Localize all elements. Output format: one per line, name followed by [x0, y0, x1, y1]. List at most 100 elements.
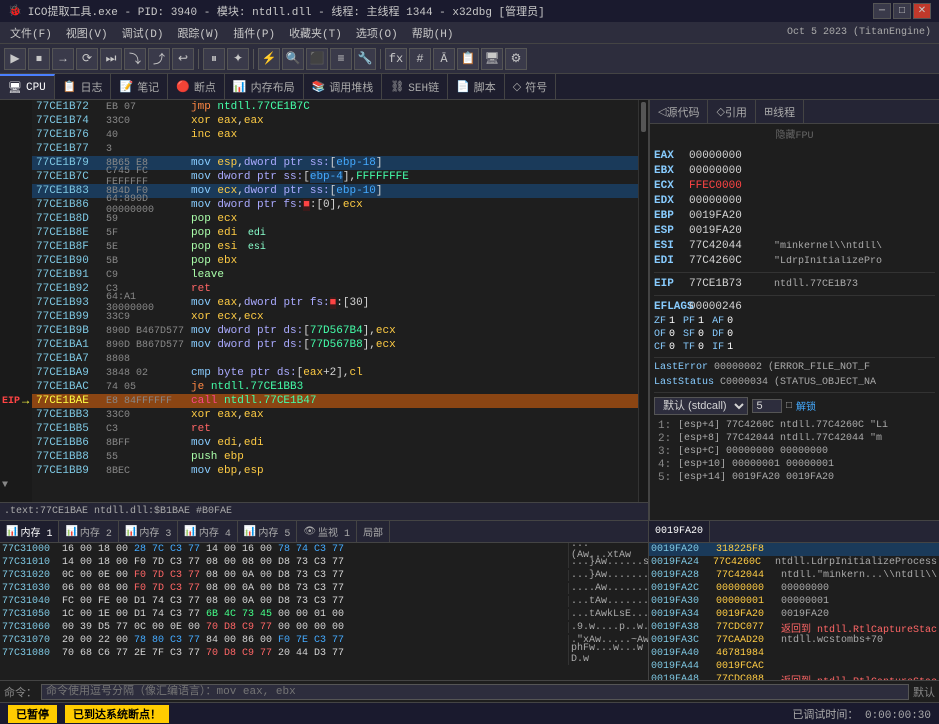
tab-cpu[interactable]: 🖥 CPU: [0, 74, 55, 99]
tab-references[interactable]: ◇ 引用: [708, 100, 755, 123]
stack-content[interactable]: 0019FA20 318225F8 0019FA24 77C4260C ntdl…: [649, 543, 939, 680]
toolbar-btn-3[interactable]: →: [52, 48, 74, 70]
maximize-button[interactable]: □: [893, 3, 911, 19]
menu-view[interactable]: 视图(V): [60, 24, 114, 42]
table-row[interactable]: 77CE1B90 5B pop ebx: [32, 254, 638, 268]
menu-debug[interactable]: 调试(D): [116, 24, 170, 42]
minimize-button[interactable]: ─: [873, 3, 891, 19]
toolbar-btn-20[interactable]: 🖥: [481, 48, 503, 70]
flag-tf[interactable]: TF 0: [683, 342, 704, 353]
table-row[interactable]: 77CE1B8F 5E pop esi esi: [32, 240, 638, 254]
table-row[interactable]: 77CE1B77 3: [32, 142, 638, 156]
table-row[interactable]: 77CE1B86 64:890D 00000000 mov dword ptr …: [32, 198, 638, 212]
title-bar-controls[interactable]: ─ □ ✕: [873, 3, 931, 19]
toolbar-btn-15[interactable]: 🔧: [354, 48, 376, 70]
tab-log[interactable]: 📋 日志: [55, 74, 112, 99]
table-row[interactable]: 77CE1BA7 8808: [32, 352, 638, 366]
command-input[interactable]: [41, 684, 909, 700]
stack-tab[interactable]: 0019FA20: [649, 521, 710, 542]
tab-script[interactable]: 📄 脚本: [448, 74, 505, 99]
unlock-button[interactable]: 解锁: [796, 398, 816, 414]
flag-pf[interactable]: PF 1: [683, 316, 704, 327]
menu-file[interactable]: 文件(F): [4, 24, 58, 42]
toolbar-btn-11[interactable]: ⚡: [258, 48, 280, 70]
tab-notes[interactable]: 📝 笔记: [111, 74, 168, 99]
toolbar-btn-18[interactable]: Ā: [433, 48, 455, 70]
tab-memory-layout[interactable]: 📊 内存布局: [225, 74, 304, 99]
calling-convention-select[interactable]: 默认 (stdcall): [654, 397, 748, 415]
menu-favorites[interactable]: 收藏夹(T): [283, 24, 348, 42]
table-row[interactable]: 77CE1B91 C9 leave: [32, 268, 638, 282]
reg-edi[interactable]: EDI 77C4260C "LdrpInitializePro: [654, 254, 935, 268]
flag-af[interactable]: AF 0: [712, 316, 733, 327]
table-row[interactable]: 77CE1BB6 8BFF mov edi,edi: [32, 436, 638, 450]
reg-eax[interactable]: EAX 00000000: [654, 149, 935, 163]
flag-sf[interactable]: SF 0: [683, 329, 704, 340]
table-row[interactable]: 77CE1BA1 890D B867D577 mov dword ptr ds:…: [32, 338, 638, 352]
toolbar-btn-12[interactable]: 🔍: [282, 48, 304, 70]
reg-ebx[interactable]: EBX 00000000: [654, 164, 935, 178]
table-row[interactable]: 77CE1BAC 74 05 je ntdll.77CE1BB3: [32, 380, 638, 394]
toolbar-btn-14[interactable]: ≡: [330, 48, 352, 70]
mem-tab-4[interactable]: 📊 内存 4: [178, 521, 237, 542]
flag-of[interactable]: OF 0: [654, 329, 675, 340]
close-button[interactable]: ✕: [913, 3, 931, 19]
flag-df[interactable]: DF 0: [712, 329, 733, 340]
table-row[interactable]: 77CE1B9B 890D B467D577 mov dword ptr ds:…: [32, 324, 638, 338]
table-row[interactable]: 77CE1B7C C745 FC FEFFFFF mov dword ptr s…: [32, 170, 638, 184]
reg-edx[interactable]: EDX 00000000: [654, 194, 935, 208]
toolbar-btn-13[interactable]: ⬛: [306, 48, 328, 70]
table-row[interactable]: 77CE1BA9 3848 02 cmp byte ptr ds:[eax+2]…: [32, 366, 638, 380]
table-row[interactable]: 77CE1BAE E8 84FFFFFF call ntdll.77CE1B47: [32, 394, 638, 408]
toolbar-btn-1[interactable]: ▶: [4, 48, 26, 70]
toolbar-btn-7[interactable]: ⤴: [148, 48, 170, 70]
toolbar-btn-2[interactable]: ⏹: [28, 48, 50, 70]
menu-trace[interactable]: 跟踪(W): [171, 24, 225, 42]
arg-count-input[interactable]: [752, 399, 782, 413]
toolbar-btn-5[interactable]: ⏭: [100, 48, 122, 70]
flag-zf[interactable]: ZF 1: [654, 316, 675, 327]
tab-callstack[interactable]: 📚 调用堆栈: [304, 74, 383, 99]
mem-tab-2[interactable]: 📊 内存 2: [59, 521, 118, 542]
toolbar-btn-17[interactable]: #: [409, 48, 431, 70]
tab-breakpoints[interactable]: 🔴 断点: [168, 74, 225, 99]
toolbar-btn-21[interactable]: ⚙: [505, 48, 527, 70]
reg-esp[interactable]: ESP 0019FA20: [654, 224, 935, 238]
toolbar-btn-6[interactable]: ⤵: [124, 48, 146, 70]
memory-content[interactable]: 77C31000 16 00 18 00 28 7C C3 77 14 00 1…: [0, 543, 648, 680]
tab-source[interactable]: ◁ 源代码: [650, 100, 708, 123]
table-row[interactable]: 77CE1B93 64:A1 30000000 mov eax,dword pt…: [32, 296, 638, 310]
disasm-scroll[interactable]: 77CE1B72 EB 07 jmp ntdll.77CE1B7C 77CE1B…: [32, 100, 638, 502]
reg-ebp[interactable]: EBP 0019FA20: [654, 209, 935, 223]
flag-if[interactable]: IF 1: [712, 342, 733, 353]
toolbar-btn-16[interactable]: fx: [385, 48, 407, 70]
menu-options[interactable]: 选项(O): [350, 24, 404, 42]
table-row[interactable]: 77CE1BB3 33C0 xor eax,eax: [32, 408, 638, 422]
table-row[interactable]: 77CE1B74 33C0 xor eax,eax: [32, 114, 638, 128]
table-row[interactable]: 77CE1BB9 8BEC mov ebp,esp: [32, 464, 638, 478]
toolbar-btn-19[interactable]: 📋: [457, 48, 479, 70]
table-row[interactable]: 77CE1B72 EB 07 jmp ntdll.77CE1B7C: [32, 100, 638, 114]
tab-symbols[interactable]: ◇ 符号: [505, 74, 556, 99]
eflags-row[interactable]: EFLAGS 00000246: [654, 300, 935, 314]
mem-tab-5[interactable]: 📊 内存 5: [238, 521, 297, 542]
table-row[interactable]: 77CE1B8D 59 pop ecx: [32, 212, 638, 226]
disasm-scrollbar[interactable]: [638, 100, 648, 502]
tab-threads[interactable]: ⊞ 线程: [756, 100, 804, 123]
toolbar-btn-8[interactable]: ↩: [172, 48, 194, 70]
reg-ecx[interactable]: ECX FFEC0000: [654, 179, 935, 193]
table-row[interactable]: 77CE1B76 40 inc eax: [32, 128, 638, 142]
mem-tab-1[interactable]: 📊 内存 1: [0, 521, 59, 542]
table-row[interactable]: 77CE1B8E 5F pop edi edi: [32, 226, 638, 240]
reg-esi[interactable]: ESI 77C42044 "minkernel\\ntdll\: [654, 239, 935, 253]
flag-cf[interactable]: CF 0: [654, 342, 675, 353]
toolbar-btn-9[interactable]: ⏸: [203, 48, 225, 70]
mem-tab-3[interactable]: 📊 内存 3: [119, 521, 178, 542]
reg-eip[interactable]: EIP 77CE1B73 ntdll.77CE1B73: [654, 277, 935, 291]
menu-plugins[interactable]: 插件(P): [227, 24, 281, 42]
table-row[interactable]: 77CE1B99 33C9 xor ecx,ecx: [32, 310, 638, 324]
tab-seh[interactable]: ⛓ SEH链: [382, 74, 448, 99]
menu-help[interactable]: 帮助(H): [406, 24, 460, 42]
table-row[interactable]: 77CE1BB8 55 push ebp: [32, 450, 638, 464]
mem-tab-locals[interactable]: 局部: [357, 521, 390, 542]
